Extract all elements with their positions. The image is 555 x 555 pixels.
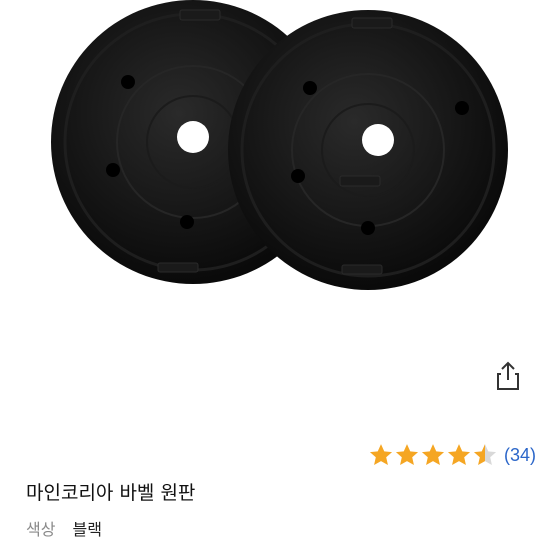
star-full-icon bbox=[447, 444, 471, 465]
right-weight-plate bbox=[228, 10, 508, 290]
product-attribute-color: 색상 블랙 bbox=[26, 516, 102, 540]
attribute-value: 블랙 bbox=[72, 520, 102, 539]
star-half-icon bbox=[473, 444, 497, 465]
star-full-icon bbox=[395, 444, 419, 465]
weight-plates-illustration bbox=[51, 0, 508, 290]
share-button[interactable] bbox=[492, 360, 524, 392]
star-full-icon bbox=[369, 444, 393, 465]
review-count-link[interactable]: (34) bbox=[504, 445, 536, 466]
star-full-icon bbox=[421, 444, 445, 465]
share-icon bbox=[497, 361, 519, 390]
product-title: 마인코리아 바벨 원판 bbox=[26, 482, 196, 504]
attribute-label: 색상 bbox=[26, 520, 56, 539]
product-image[interactable] bbox=[0, 0, 555, 310]
rating[interactable]: (34) bbox=[368, 441, 536, 469]
